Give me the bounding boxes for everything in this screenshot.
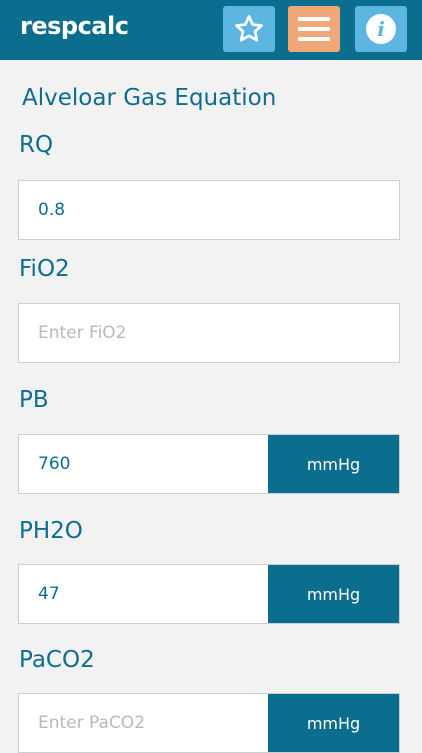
page-title: Alveloar Gas Equation [22, 85, 277, 111]
pb-field: mmHg [18, 434, 400, 494]
rq-label: RQ [19, 132, 54, 158]
hamburger-menu-icon [298, 17, 330, 41]
fio2-label: FiO2 [19, 256, 70, 282]
ph2o-unit-button[interactable]: mmHg [268, 565, 399, 623]
ph2o-field: mmHg [18, 564, 400, 624]
ph2o-input[interactable] [19, 565, 268, 623]
menu-button[interactable] [288, 6, 340, 52]
paco2-field: mmHg [18, 693, 400, 753]
pb-label: PB [19, 387, 49, 413]
favorite-button[interactable] [223, 6, 275, 52]
pb-input[interactable] [19, 435, 268, 493]
rq-field [18, 180, 400, 240]
info-icon: i [366, 14, 396, 44]
rq-input[interactable] [19, 181, 399, 239]
fio2-field [18, 303, 400, 363]
app-logo: respcalc [20, 12, 129, 40]
star-icon [235, 15, 263, 42]
info-button[interactable]: i [355, 6, 407, 52]
fio2-input[interactable] [19, 304, 399, 362]
app-header: respcalc i [0, 0, 422, 60]
pb-unit-button[interactable]: mmHg [268, 435, 399, 493]
ph2o-label: PH2O [19, 518, 83, 544]
info-glyph: i [377, 17, 385, 41]
paco2-input[interactable] [19, 694, 268, 752]
paco2-label: PaCO2 [19, 647, 95, 673]
paco2-unit-button[interactable]: mmHg [268, 694, 399, 752]
